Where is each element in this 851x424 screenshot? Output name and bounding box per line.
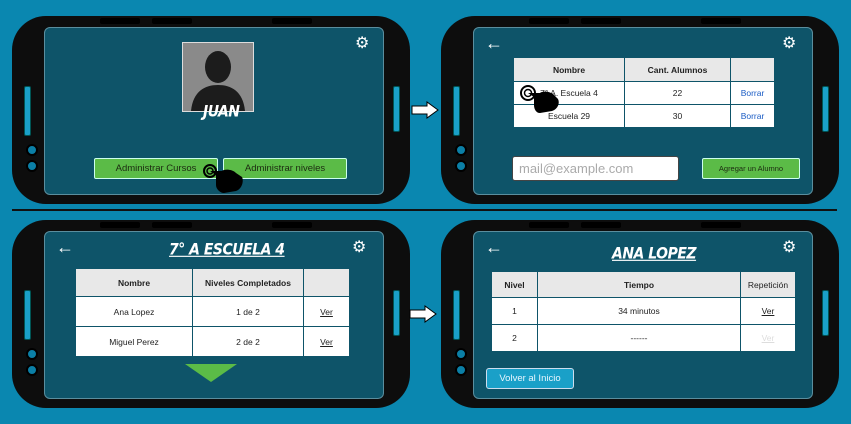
arrow-right-icon — [409, 305, 437, 323]
divider — [12, 209, 837, 211]
column-header: Nombre — [513, 57, 625, 82]
administrar-cursos-button[interactable]: Administrar Cursos — [94, 158, 218, 179]
gear-icon[interactable]: ⚙ — [782, 36, 796, 52]
triangle-down-icon[interactable] — [185, 364, 237, 382]
arrow-right-icon — [411, 101, 439, 119]
alumno-name: Ana Lopez — [75, 296, 193, 327]
niveles-completados: 2 de 2 — [192, 326, 304, 357]
gear-icon[interactable]: ⚙ — [352, 240, 366, 256]
nivel-number: 2 — [491, 324, 538, 352]
phone-side-button — [24, 86, 31, 136]
phone-camera-dot — [455, 144, 467, 156]
ver-link[interactable]: Ver — [762, 306, 775, 316]
avatar — [182, 42, 254, 112]
hand-pointer-icon — [203, 164, 243, 193]
phone-side-button-right — [393, 290, 400, 336]
ver-link-disabled: Ver — [761, 333, 775, 343]
phone-side-button-right — [393, 86, 400, 132]
phone-home-dot — [455, 160, 467, 172]
table-row: 1 34 minutos Ver — [491, 297, 796, 325]
niveles-completados: 1 de 2 — [192, 296, 304, 327]
niveles-table: Nivel Tiempo Repetición 1 34 minutos Ver… — [491, 271, 796, 352]
phone-home-dot — [455, 364, 467, 376]
phone-side-button-right — [822, 290, 829, 336]
screen-curso-detalle: ← 7° A ESCUELA 4 ⚙ Nombre Niveles Comple… — [44, 231, 384, 399]
phone-side-button-right — [822, 86, 829, 132]
phone-home-dot — [26, 364, 38, 376]
ver-link[interactable]: Ver — [320, 337, 333, 347]
volver-inicio-button[interactable]: Volver al Inicio — [486, 368, 574, 389]
alumnos-table: Nombre Niveles Completados Ana Lopez 1 d… — [75, 268, 350, 357]
borrar-link[interactable]: Borrar — [741, 111, 765, 121]
screen-cursos: ← ⚙ Nombre Cant. Alumnos 7° A. Escuela 4… — [473, 27, 813, 195]
ver-link[interactable]: Ver — [320, 307, 333, 317]
phone-side-button — [453, 86, 460, 136]
table-row: 2 ------ Ver — [491, 324, 796, 352]
phone-camera-dot — [26, 144, 38, 156]
hand-pointer-icon — [520, 85, 559, 113]
arrow-left-icon[interactable]: ← — [56, 238, 74, 256]
column-header: Nivel — [491, 271, 538, 298]
column-header: Cant. Alumnos — [624, 57, 731, 82]
column-header: Repetición — [740, 271, 796, 298]
curso-title: 7° A ESCUELA 4 — [169, 240, 285, 260]
phone-side-button — [24, 290, 31, 340]
column-header — [303, 268, 350, 297]
column-header: Niveles Completados — [192, 268, 304, 297]
gear-icon[interactable]: ⚙ — [782, 240, 796, 256]
nivel-tiempo: ------ — [537, 324, 741, 352]
phone-side-button — [453, 290, 460, 340]
table-row: Ana Lopez 1 de 2 Ver — [75, 296, 350, 327]
screen-home: ⚙ JUAN Administrar Cursos Administrar ni… — [44, 27, 384, 195]
phone-home-dot — [26, 160, 38, 172]
curso-count: 30 — [624, 104, 731, 128]
column-header: Tiempo — [537, 271, 741, 298]
borrar-link[interactable]: Borrar — [741, 88, 765, 98]
alumno-name: Miguel Perez — [75, 326, 193, 357]
curso-count: 22 — [624, 81, 731, 105]
alumno-title: ANA LOPEZ — [612, 244, 697, 264]
email-input[interactable]: mail@example.com — [512, 156, 679, 181]
column-header: Nombre — [75, 268, 193, 297]
nivel-tiempo: 34 minutos — [537, 297, 741, 325]
arrow-left-icon[interactable]: ← — [485, 34, 503, 52]
column-header — [730, 57, 775, 82]
phone-camera-dot — [26, 348, 38, 360]
table-row: Miguel Perez 2 de 2 Ver — [75, 326, 350, 357]
arrow-left-icon[interactable]: ← — [485, 238, 503, 256]
screen-alumno-detalle: ← ANA LOPEZ ⚙ Nivel Tiempo Repetición 1 … — [473, 231, 813, 399]
nivel-number: 1 — [491, 297, 538, 325]
user-name-title: JUAN — [203, 102, 240, 122]
agregar-alumno-button[interactable]: Agregar un Alumno — [702, 158, 800, 179]
phone-camera-dot — [455, 348, 467, 360]
gear-icon[interactable]: ⚙ — [355, 36, 369, 52]
